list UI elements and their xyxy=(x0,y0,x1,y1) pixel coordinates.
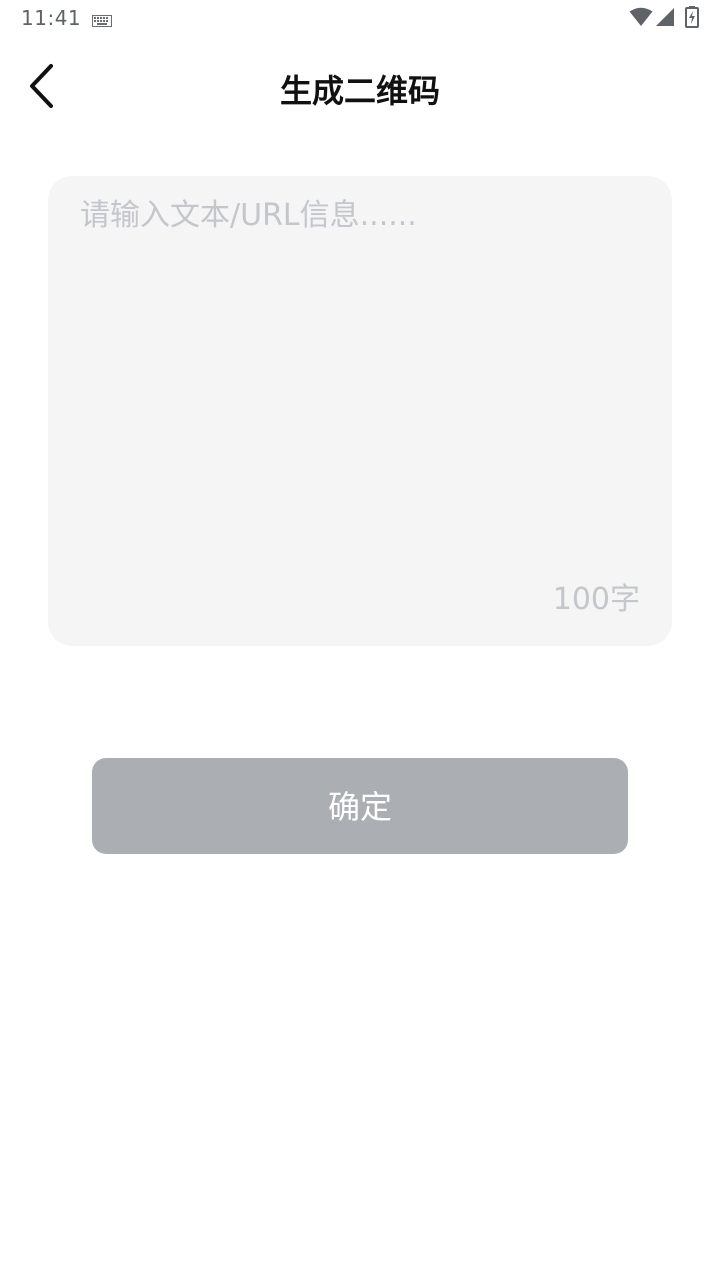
status-time: 11:41 xyxy=(21,6,82,30)
page-title: 生成二维码 xyxy=(279,72,440,110)
cell-signal-icon xyxy=(655,7,675,31)
wifi-icon xyxy=(629,7,653,31)
confirm-button[interactable]: 确定 xyxy=(92,758,628,854)
header: 生成二维码 xyxy=(0,48,720,124)
screen: 11:41 生成二维码 请输入文本/URL信息...... 100字 确定 xyxy=(0,0,720,1280)
status-bar: 11:41 xyxy=(0,0,720,36)
text-url-input[interactable] xyxy=(80,194,640,554)
char-limit-label: 100字 xyxy=(552,582,640,617)
battery-charging-icon xyxy=(685,6,699,32)
text-input-card: 100字 xyxy=(48,176,672,646)
keyboard-icon xyxy=(92,12,112,31)
